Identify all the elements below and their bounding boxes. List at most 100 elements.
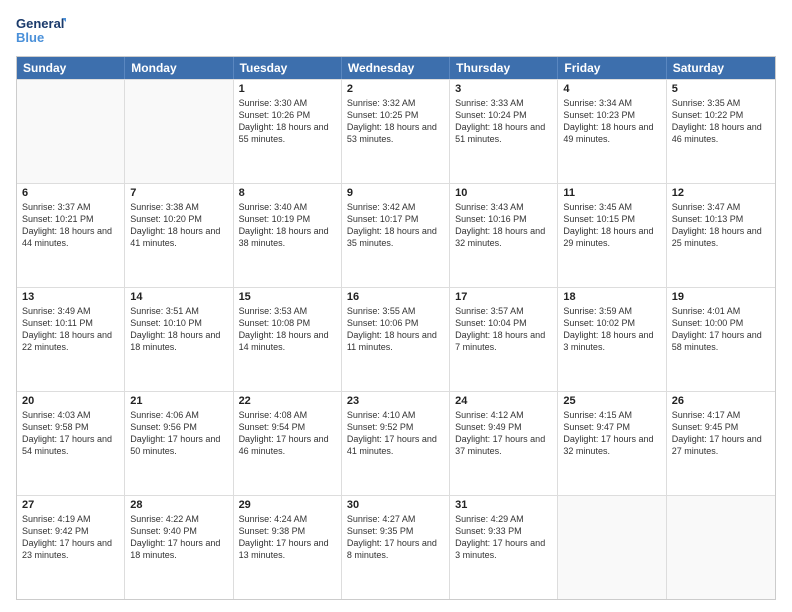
cell-info: Sunrise: 4:27 AMSunset: 9:35 PMDaylight:…	[347, 513, 444, 562]
day-number: 28	[130, 499, 227, 511]
calendar-cell: 3Sunrise: 3:33 AMSunset: 10:24 PMDayligh…	[450, 80, 558, 183]
cell-info: Sunrise: 3:53 AMSunset: 10:08 PMDaylight…	[239, 305, 336, 354]
day-header-friday: Friday	[558, 57, 666, 79]
calendar-cell: 10 Sunrise: 3:43 AMSunset: 10:16 PMDaylig…	[450, 184, 558, 287]
cell-info: Sunrise: 3:51 AMSunset: 10:10 PMDaylight…	[130, 305, 227, 354]
day-number: 27	[22, 499, 119, 511]
cell-info: Sunrise: 3:34 AMSunset: 10:23 PMDaylight…	[563, 97, 660, 146]
day-header-wednesday: Wednesday	[342, 57, 450, 79]
cell-info: Sunrise: 3:43 AMSunset: 10:16 PMDaylight…	[455, 201, 552, 250]
calendar-cell	[125, 80, 233, 183]
calendar-header-row: SundayMondayTuesdayWednesdayThursdayFrid…	[17, 57, 775, 79]
calendar-cell: 26 Sunrise: 4:17 AMSunset: 9:45 PMDayligh…	[667, 392, 775, 495]
day-header-monday: Monday	[125, 57, 233, 79]
day-number: 15	[239, 291, 336, 303]
calendar-body: 1 Sunrise: 3:30 AMSunset: 10:26 PMDayligh…	[17, 79, 775, 599]
cell-info: Sunrise: 4:19 AMSunset: 9:42 PMDaylight:…	[22, 513, 119, 562]
day-number: 9	[347, 187, 444, 199]
calendar-cell: 25 Sunrise: 4:15 AMSunset: 9:47 PMDayligh…	[558, 392, 666, 495]
calendar-cell: 14 Sunrise: 3:51 AMSunset: 10:10 PMDaylig…	[125, 288, 233, 391]
day-number: 8	[239, 187, 336, 199]
calendar-cell: 31 Sunrise: 4:29 AMSunset: 9:33 PMDayligh…	[450, 496, 558, 599]
day-number: 10	[455, 187, 552, 199]
logo: General Blue	[16, 12, 66, 48]
calendar-cell: 28 Sunrise: 4:22 AMSunset: 9:40 PMDayligh…	[125, 496, 233, 599]
day-header-sunday: Sunday	[17, 57, 125, 79]
cell-info: Sunrise: 4:08 AMSunset: 9:54 PMDaylight:…	[239, 409, 336, 458]
calendar-cell: 4Sunrise: 3:34 AMSunset: 10:23 PMDayligh…	[558, 80, 666, 183]
day-number: 13	[22, 291, 119, 303]
day-number: 26	[672, 395, 770, 407]
day-number: 5	[672, 83, 770, 95]
cell-info: Sunrise: 3:32 AMSunset: 10:25 PMDaylight…	[347, 97, 444, 146]
calendar-cell: 20 Sunrise: 4:03 AMSunset: 9:58 PMDayligh…	[17, 392, 125, 495]
cell-info: Sunrise: 3:38 AMSunset: 10:20 PMDaylight…	[130, 201, 227, 250]
day-number: 21	[130, 395, 227, 407]
calendar: SundayMondayTuesdayWednesdayThursdayFrid…	[16, 56, 776, 600]
day-number: 30	[347, 499, 444, 511]
calendar-cell: 16 Sunrise: 3:55 AMSunset: 10:06 PMDaylig…	[342, 288, 450, 391]
day-number: 20	[22, 395, 119, 407]
cell-info: Sunrise: 4:22 AMSunset: 9:40 PMDaylight:…	[130, 513, 227, 562]
day-number: 6	[22, 187, 119, 199]
calendar-cell: 22 Sunrise: 4:08 AMSunset: 9:54 PMDayligh…	[234, 392, 342, 495]
calendar-cell: 6Sunrise: 3:37 AMSunset: 10:21 PMDayligh…	[17, 184, 125, 287]
calendar-cell: 23 Sunrise: 4:10 AMSunset: 9:52 PMDayligh…	[342, 392, 450, 495]
day-number: 7	[130, 187, 227, 199]
calendar-cell	[558, 496, 666, 599]
day-header-tuesday: Tuesday	[234, 57, 342, 79]
day-number: 1	[239, 83, 336, 95]
day-number: 22	[239, 395, 336, 407]
calendar-cell: 13 Sunrise: 3:49 AMSunset: 10:11 PMDaylig…	[17, 288, 125, 391]
calendar-cell: 1 Sunrise: 3:30 AMSunset: 10:26 PMDayligh…	[234, 80, 342, 183]
day-number: 25	[563, 395, 660, 407]
calendar-cell: 19 Sunrise: 4:01 AMSunset: 10:00 PMDaylig…	[667, 288, 775, 391]
cell-info: Sunrise: 3:40 AMSunset: 10:19 PMDaylight…	[239, 201, 336, 250]
cell-info: Sunrise: 4:17 AMSunset: 9:45 PMDaylight:…	[672, 409, 770, 458]
cell-info: Sunrise: 3:57 AMSunset: 10:04 PMDaylight…	[455, 305, 552, 354]
day-header-thursday: Thursday	[450, 57, 558, 79]
cell-info: Sunrise: 4:06 AMSunset: 9:56 PMDaylight:…	[130, 409, 227, 458]
cell-info: Sunrise: 4:01 AMSunset: 10:00 PMDaylight…	[672, 305, 770, 354]
cell-info: Sunrise: 3:45 AMSunset: 10:15 PMDaylight…	[563, 201, 660, 250]
day-header-saturday: Saturday	[667, 57, 775, 79]
day-number: 17	[455, 291, 552, 303]
calendar-week-3: 13 Sunrise: 3:49 AMSunset: 10:11 PMDaylig…	[17, 287, 775, 391]
cell-info: Sunrise: 4:12 AMSunset: 9:49 PMDaylight:…	[455, 409, 552, 458]
cell-info: Sunrise: 4:29 AMSunset: 9:33 PMDaylight:…	[455, 513, 552, 562]
page: General Blue SundayMondayTuesdayWednesda…	[0, 0, 792, 612]
calendar-cell: 30 Sunrise: 4:27 AMSunset: 9:35 PMDayligh…	[342, 496, 450, 599]
calendar-cell: 21 Sunrise: 4:06 AMSunset: 9:56 PMDayligh…	[125, 392, 233, 495]
cell-info: Sunrise: 4:10 AMSunset: 9:52 PMDaylight:…	[347, 409, 444, 458]
cell-info: Sunrise: 4:24 AMSunset: 9:38 PMDaylight:…	[239, 513, 336, 562]
cell-info: Sunrise: 3:47 AMSunset: 10:13 PMDaylight…	[672, 201, 770, 250]
cell-info: Sunrise: 3:35 AMSunset: 10:22 PMDaylight…	[672, 97, 770, 146]
calendar-cell: 15 Sunrise: 3:53 AMSunset: 10:08 PMDaylig…	[234, 288, 342, 391]
calendar-cell: 8 Sunrise: 3:40 AMSunset: 10:19 PMDayligh…	[234, 184, 342, 287]
cell-info: Sunrise: 3:42 AMSunset: 10:17 PMDaylight…	[347, 201, 444, 250]
calendar-cell: 7 Sunrise: 3:38 AMSunset: 10:20 PMDayligh…	[125, 184, 233, 287]
calendar-cell: 11Sunrise: 3:45 AMSunset: 10:15 PMDaylig…	[558, 184, 666, 287]
svg-text:General: General	[16, 16, 64, 31]
calendar-cell: 12 Sunrise: 3:47 AMSunset: 10:13 PMDaylig…	[667, 184, 775, 287]
day-number: 19	[672, 291, 770, 303]
day-number: 16	[347, 291, 444, 303]
cell-info: Sunrise: 3:49 AMSunset: 10:11 PMDaylight…	[22, 305, 119, 354]
day-number: 14	[130, 291, 227, 303]
svg-text:Blue: Blue	[16, 30, 44, 45]
day-number: 2	[347, 83, 444, 95]
cell-info: Sunrise: 3:59 AMSunset: 10:02 PMDaylight…	[563, 305, 660, 354]
day-number: 12	[672, 187, 770, 199]
calendar-cell: 9 Sunrise: 3:42 AMSunset: 10:17 PMDayligh…	[342, 184, 450, 287]
cell-info: Sunrise: 4:03 AMSunset: 9:58 PMDaylight:…	[22, 409, 119, 458]
cell-info: Sunrise: 4:15 AMSunset: 9:47 PMDaylight:…	[563, 409, 660, 458]
cell-info: Sunrise: 3:30 AMSunset: 10:26 PMDaylight…	[239, 97, 336, 146]
calendar-cell	[17, 80, 125, 183]
day-number: 29	[239, 499, 336, 511]
day-number: 31	[455, 499, 552, 511]
day-number: 23	[347, 395, 444, 407]
calendar-cell: 17 Sunrise: 3:57 AMSunset: 10:04 PMDaylig…	[450, 288, 558, 391]
cell-info: Sunrise: 3:55 AMSunset: 10:06 PMDaylight…	[347, 305, 444, 354]
calendar-week-4: 20 Sunrise: 4:03 AMSunset: 9:58 PMDayligh…	[17, 391, 775, 495]
day-number: 3	[455, 83, 552, 95]
